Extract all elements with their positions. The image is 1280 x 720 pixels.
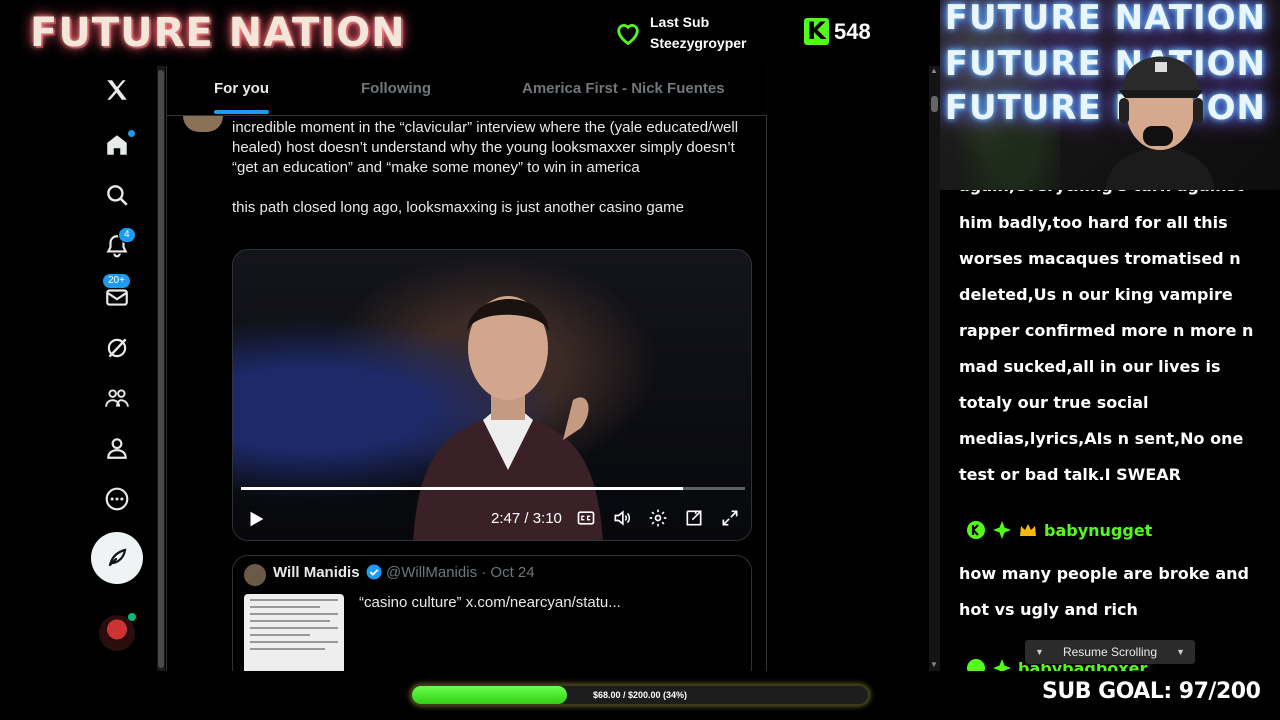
compose-icon bbox=[108, 548, 127, 567]
chat-message-line: totaly our true social bbox=[959, 393, 1149, 412]
x-left-nav: 4 20+ bbox=[0, 66, 160, 671]
page-scrollbar-track[interactable] bbox=[929, 66, 940, 671]
pop-out-icon[interactable] bbox=[684, 508, 704, 528]
chat-message-line: test or bad talk.I SWEAR bbox=[959, 465, 1181, 484]
sparkle-badge-icon bbox=[993, 659, 1011, 671]
chat-message-line: hot vs ugly and rich bbox=[959, 600, 1138, 619]
chat-message-line: how many people are broke and bbox=[959, 564, 1249, 583]
quoted-handle-date[interactable]: @WillManidis · Oct 24 bbox=[386, 564, 535, 581]
verified-badge-icon bbox=[366, 564, 382, 580]
streamer-image bbox=[1105, 56, 1215, 190]
video-progress-bar[interactable] bbox=[241, 487, 745, 490]
last-sub-label: Last Sub bbox=[650, 14, 710, 30]
kick-logo-icon: K bbox=[804, 18, 829, 45]
tweet-body: incredible moment in the “clavicular” in… bbox=[232, 118, 762, 238]
fullscreen-icon[interactable] bbox=[720, 508, 740, 528]
chat-message-line: him badly,too hard for all this bbox=[959, 213, 1228, 232]
left-scrollbar-thumb[interactable] bbox=[158, 70, 164, 668]
brand-logo-text: FUTURE NATION bbox=[30, 10, 406, 56]
sub-goal-counter: SUB GOAL: 97/200 bbox=[1042, 679, 1261, 704]
communities-icon[interactable] bbox=[100, 381, 134, 415]
captions-icon[interactable] bbox=[576, 508, 596, 528]
quoted-tweet[interactable]: Will Manidis @WillManidis · Oct 24 “casi… bbox=[232, 555, 752, 671]
chevron-down-icon: ▼ bbox=[1035, 647, 1044, 657]
x-browser-view: 4 20+ incredible moment in the “clavicul… bbox=[0, 66, 940, 671]
heart-icon bbox=[617, 24, 639, 46]
tab-for-you[interactable]: For you bbox=[214, 80, 269, 97]
active-tab-indicator bbox=[214, 110, 269, 114]
crown-badge-icon bbox=[1020, 524, 1036, 536]
resume-scrolling-button[interactable]: ▼ Resume Scrolling ▼ bbox=[1025, 640, 1195, 664]
stream-bottom-bar: $68.00 / $200.00 (34%) SUB GOAL: 97/200 bbox=[0, 671, 1280, 720]
timeline-feed: incredible moment in the “clavicular” in… bbox=[166, 66, 767, 671]
notifications-badge: 4 bbox=[118, 227, 136, 243]
messages-badge: 20+ bbox=[102, 273, 131, 289]
chat-message-line: deleted,Us n our king vampire bbox=[959, 285, 1233, 304]
video-time: 2:47 / 3:10 bbox=[491, 510, 562, 527]
tweet-video-player[interactable]: 2:47 / 3:10 bbox=[232, 249, 752, 541]
chat-message-line: medias,lyrics,AIs n sent,No one bbox=[959, 429, 1244, 448]
scroll-up-arrow-icon[interactable]: ▲ bbox=[930, 66, 938, 75]
online-status-dot bbox=[128, 613, 136, 621]
messages-icon[interactable]: 20+ bbox=[100, 273, 134, 314]
donation-goal-text: $68.00 / $200.00 (34%) bbox=[592, 690, 688, 700]
video-person-image bbox=[413, 296, 603, 540]
tab-list-america-first[interactable]: America First - Nick Fuentes bbox=[522, 80, 725, 97]
tweet-paragraph: incredible moment in the “clavicular” in… bbox=[232, 119, 739, 176]
home-icon[interactable] bbox=[100, 128, 135, 162]
kick-badge-icon bbox=[967, 521, 985, 539]
notifications-icon[interactable]: 4 bbox=[100, 227, 136, 263]
settings-gear-icon[interactable] bbox=[648, 508, 668, 528]
quoted-author-name[interactable]: Will Manidis bbox=[273, 564, 360, 581]
resume-scrolling-label: Resume Scrolling bbox=[1062, 645, 1158, 659]
quoted-author-avatar[interactable] bbox=[244, 564, 266, 586]
chat-message-line-partial: again,everything's turn against bbox=[959, 190, 1259, 204]
quoted-tweet-text: “casino culture” x.com/nearcyan/statu... bbox=[359, 594, 621, 611]
chat-message-line: rapper confirmed more n more n bbox=[959, 321, 1254, 340]
profile-icon[interactable] bbox=[100, 431, 134, 465]
chevron-down-icon: ▼ bbox=[1176, 647, 1185, 657]
volume-icon[interactable] bbox=[612, 508, 632, 528]
timeline-tabs: For you Following America First - Nick F… bbox=[167, 66, 767, 116]
x-logo-icon[interactable] bbox=[100, 73, 134, 107]
tweet-author-avatar[interactable] bbox=[183, 116, 223, 132]
follower-count: 548 bbox=[834, 19, 871, 44]
neon-sign-line: FUTURE NATION bbox=[944, 0, 1266, 38]
kick-badge-icon bbox=[967, 659, 985, 671]
sparkle-badge-icon bbox=[993, 521, 1011, 539]
stream-top-bar: FUTURE NATION Last Sub Steezygroyper K 5… bbox=[0, 0, 940, 66]
tweet-paragraph: this path closed long ago, looksmaxxing … bbox=[232, 199, 684, 216]
chat-username[interactable]: babynugget bbox=[1044, 521, 1152, 540]
more-icon[interactable] bbox=[100, 482, 134, 516]
page-scrollbar-thumb[interactable] bbox=[931, 96, 938, 112]
chat-user-row[interactable]: babynugget bbox=[966, 520, 1152, 540]
live-chat: again,everything's turn against him badl… bbox=[940, 190, 1280, 671]
scroll-down-arrow-icon[interactable]: ▼ bbox=[930, 660, 938, 669]
chat-message-line: mad sucked,all in our lives is bbox=[959, 357, 1221, 376]
compose-post-button[interactable] bbox=[91, 532, 143, 584]
quoted-media-thumbnail[interactable] bbox=[244, 594, 344, 671]
chat-message-line: worses macaques tromatised n bbox=[959, 249, 1241, 268]
tab-following[interactable]: Following bbox=[361, 80, 431, 97]
last-sub-name: Steezygroyper bbox=[650, 35, 747, 51]
video-controls: 2:47 / 3:10 bbox=[233, 502, 751, 534]
donation-goal-bar: $68.00 / $200.00 (34%) bbox=[410, 684, 870, 706]
last-sub-widget: Last Sub Steezygroyper bbox=[614, 12, 746, 54]
video-progress-fill bbox=[241, 487, 683, 490]
unread-dot bbox=[128, 130, 135, 137]
play-icon[interactable] bbox=[245, 508, 267, 530]
grok-icon[interactable] bbox=[100, 331, 134, 365]
search-icon[interactable] bbox=[100, 178, 134, 212]
